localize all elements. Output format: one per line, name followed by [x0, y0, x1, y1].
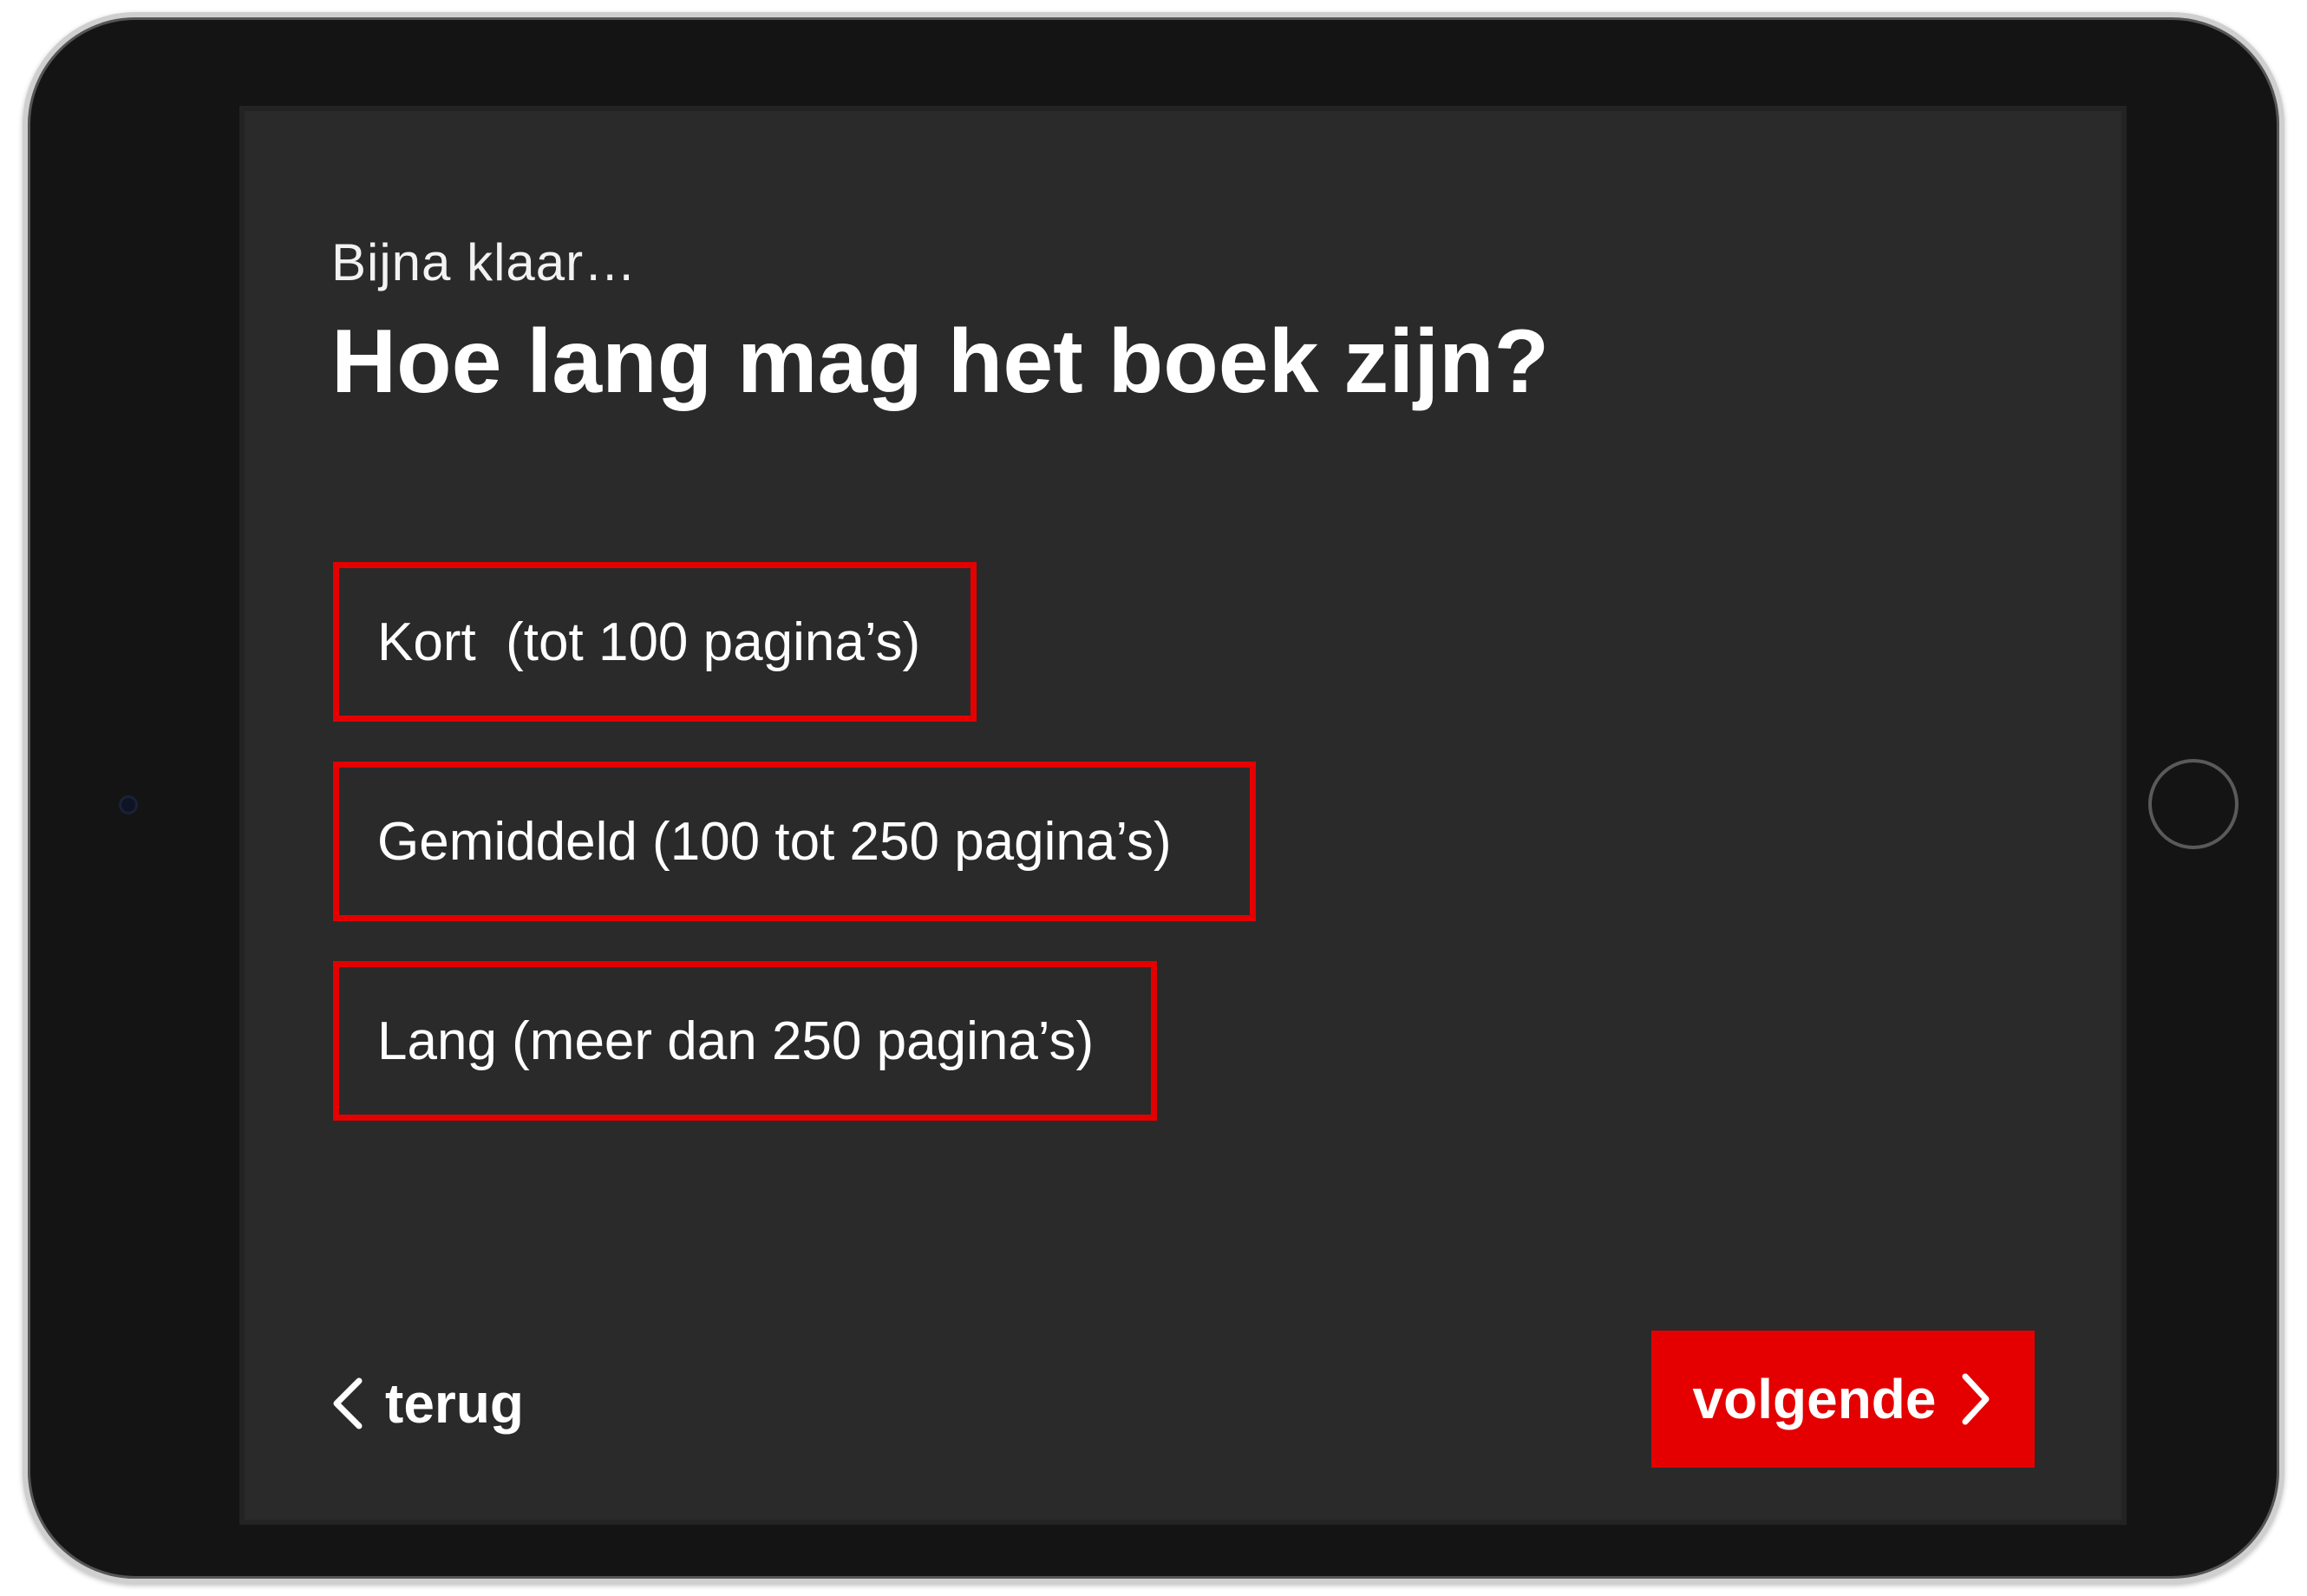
front-camera: [119, 795, 138, 814]
option-long-label: Lang (meer dan 250 pagina’s): [377, 1011, 1095, 1071]
back-button[interactable]: terug: [328, 1360, 524, 1447]
app-screen: Bijna klaar… Hoe lang mag het boek zijn?…: [239, 106, 2127, 1525]
chevron-right-icon: [1962, 1373, 1990, 1425]
next-button-label: volgende: [1692, 1368, 1937, 1430]
next-button[interactable]: volgende: [1651, 1331, 2035, 1468]
chevron-left-icon: [333, 1377, 363, 1429]
option-medium-label: Gemiddeld (100 tot 250 pagina’s): [377, 811, 1172, 872]
home-button[interactable]: [2148, 759, 2238, 849]
option-medium[interactable]: Gemiddeld (100 tot 250 pagina’s): [333, 762, 1256, 921]
question-title: Hoe lang mag het boek zijn?: [331, 311, 1550, 412]
tablet-frame: Bijna klaar… Hoe lang mag het boek zijn?…: [23, 12, 2284, 1584]
back-button-label: terug: [385, 1372, 524, 1435]
option-long[interactable]: Lang (meer dan 250 pagina’s): [333, 961, 1157, 1121]
option-short[interactable]: Kort (tot 100 pagina’s): [333, 562, 977, 722]
option-short-label: Kort (tot 100 pagina’s): [377, 612, 921, 672]
step-subtitle: Bijna klaar…: [331, 233, 637, 291]
